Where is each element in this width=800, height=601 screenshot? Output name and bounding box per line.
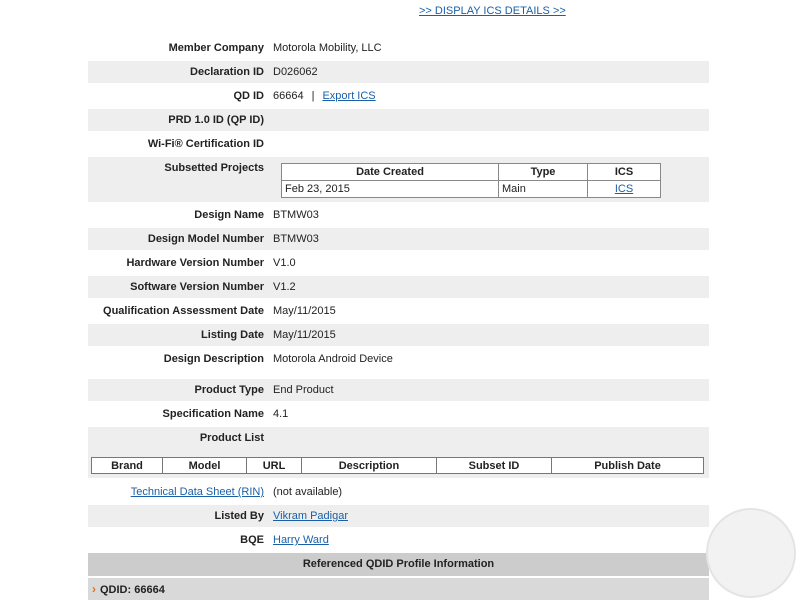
prd-id-label: PRD 1.0 ID (QP ID) — [168, 114, 264, 126]
design-name-label: Design Name — [194, 209, 264, 221]
product-list-table: Brand Model URL Description Subset ID Pu… — [91, 457, 704, 474]
table-row: Feb 23, 2015 Main ICS — [281, 180, 661, 198]
software-version-row: Software Version Number V1.2 — [88, 276, 709, 298]
listed-by-label: Listed By — [214, 510, 264, 522]
design-description-value: Motorola Android Device — [273, 353, 393, 365]
url-header: URL — [246, 457, 302, 474]
listed-by-value-cell: Vikram Padigar — [272, 510, 709, 522]
member-company-label: Member Company — [168, 42, 264, 54]
design-model-number-value: BTMW03 — [273, 233, 319, 245]
ics-header: ICS — [587, 163, 661, 181]
tech-sheet-row: Technical Data Sheet (RIN) (not availabl… — [88, 481, 709, 503]
qdid-expand-row[interactable]: › QDID: 66664 — [88, 578, 709, 600]
bqe-row: BQE Harry Ward — [88, 529, 709, 551]
ics-cell: ICS — [587, 180, 661, 198]
listed-by-link[interactable]: Vikram Padigar — [273, 510, 348, 522]
bqe-label: BQE — [240, 534, 264, 546]
subsetted-projects-table: Date Created Type ICS Feb 23, 2015 Main … — [281, 163, 661, 198]
listing-date-value: May/11/2015 — [273, 329, 336, 341]
product-type-value: End Product — [273, 384, 334, 396]
bqe-link[interactable]: Harry Ward — [273, 534, 329, 546]
design-description-row: Design Description Motorola Android Devi… — [88, 348, 709, 378]
declaration-id-value: D026062 — [273, 66, 318, 78]
date-created-header: Date Created — [281, 163, 499, 181]
watermark-seal — [706, 508, 796, 598]
hardware-version-label: Hardware Version Number — [126, 257, 264, 269]
bqe-value-cell: Harry Ward — [272, 534, 709, 546]
qd-id-separator: | — [311, 90, 315, 102]
publish-date-header: Publish Date — [551, 457, 704, 474]
tech-sheet-label-cell: Technical Data Sheet (RIN) — [88, 486, 272, 498]
qd-id-row: QD ID 66664 | Export ICS — [88, 85, 709, 107]
member-company-value: Motorola Mobility, LLC — [273, 42, 382, 54]
software-version-label: Software Version Number — [130, 281, 264, 293]
design-name-row: Design Name BTMW03 — [88, 204, 709, 226]
model-header: Model — [162, 457, 247, 474]
qa-date-label: Qualification Assessment Date — [103, 305, 264, 317]
qa-date-value: May/11/2015 — [273, 305, 336, 317]
type-header: Type — [498, 163, 588, 181]
type-cell: Main — [498, 180, 588, 198]
spec-name-label: Specification Name — [162, 408, 264, 420]
listing-date-label: Listing Date — [201, 329, 264, 341]
qd-id-label: QD ID — [233, 90, 264, 102]
wifi-cert-label: Wi-Fi® Certification ID — [147, 138, 264, 150]
product-list-label: Product List — [199, 432, 264, 444]
declaration-id-label: Declaration ID — [190, 66, 264, 78]
declaration-id-row: Declaration ID D026062 — [88, 61, 709, 83]
listing-date-row: Listing Date May/11/2015 — [88, 324, 709, 346]
design-name-value: BTMW03 — [273, 209, 319, 221]
software-version-value: V1.2 — [273, 281, 296, 293]
hardware-version-row: Hardware Version Number V1.0 — [88, 252, 709, 274]
hardware-version-value: V1.0 — [273, 257, 296, 269]
ics-link[interactable]: ICS — [615, 183, 633, 195]
spec-name-value: 4.1 — [273, 408, 289, 420]
wifi-cert-row: Wi-Fi® Certification ID — [88, 133, 709, 155]
design-description-label: Design Description — [163, 353, 264, 365]
product-type-label: Product Type — [194, 384, 264, 396]
subset-id-header: Subset ID — [436, 457, 552, 474]
referenced-qdid-header: Referenced QDID Profile Information — [88, 553, 709, 576]
design-model-number-label: Design Model Number — [147, 233, 264, 245]
design-model-number-row: Design Model Number BTMW03 — [88, 228, 709, 250]
technical-data-sheet-link[interactable]: Technical Data Sheet (RIN) — [131, 486, 264, 498]
prd-id-row: PRD 1.0 ID (QP ID) — [88, 109, 709, 131]
subsetted-projects-label: Subsetted Projects — [164, 162, 264, 174]
qa-date-row: Qualification Assessment Date May/11/201… — [88, 300, 709, 322]
chevron-right-icon: › — [92, 582, 96, 596]
date-created-cell: Feb 23, 2015 — [281, 180, 499, 198]
member-company-row: Member Company Motorola Mobility, LLC — [88, 37, 709, 59]
export-ics-link[interactable]: Export ICS — [322, 90, 375, 102]
description-header: Description — [301, 457, 437, 474]
product-type-row: Product Type End Product — [88, 379, 709, 401]
display-ics-details-link[interactable]: >> DISPLAY ICS DETAILS >> — [419, 5, 566, 17]
tech-sheet-value: (not available) — [273, 486, 343, 498]
qd-id-value: 66664 — [273, 90, 304, 102]
qdid-label: QDID: 66664 — [100, 584, 165, 596]
spec-name-row: Specification Name 4.1 — [88, 403, 709, 425]
listed-by-row: Listed By Vikram Padigar — [88, 505, 709, 527]
brand-header: Brand — [91, 457, 163, 474]
qd-id-value-cell: 66664 | Export ICS — [272, 90, 709, 102]
